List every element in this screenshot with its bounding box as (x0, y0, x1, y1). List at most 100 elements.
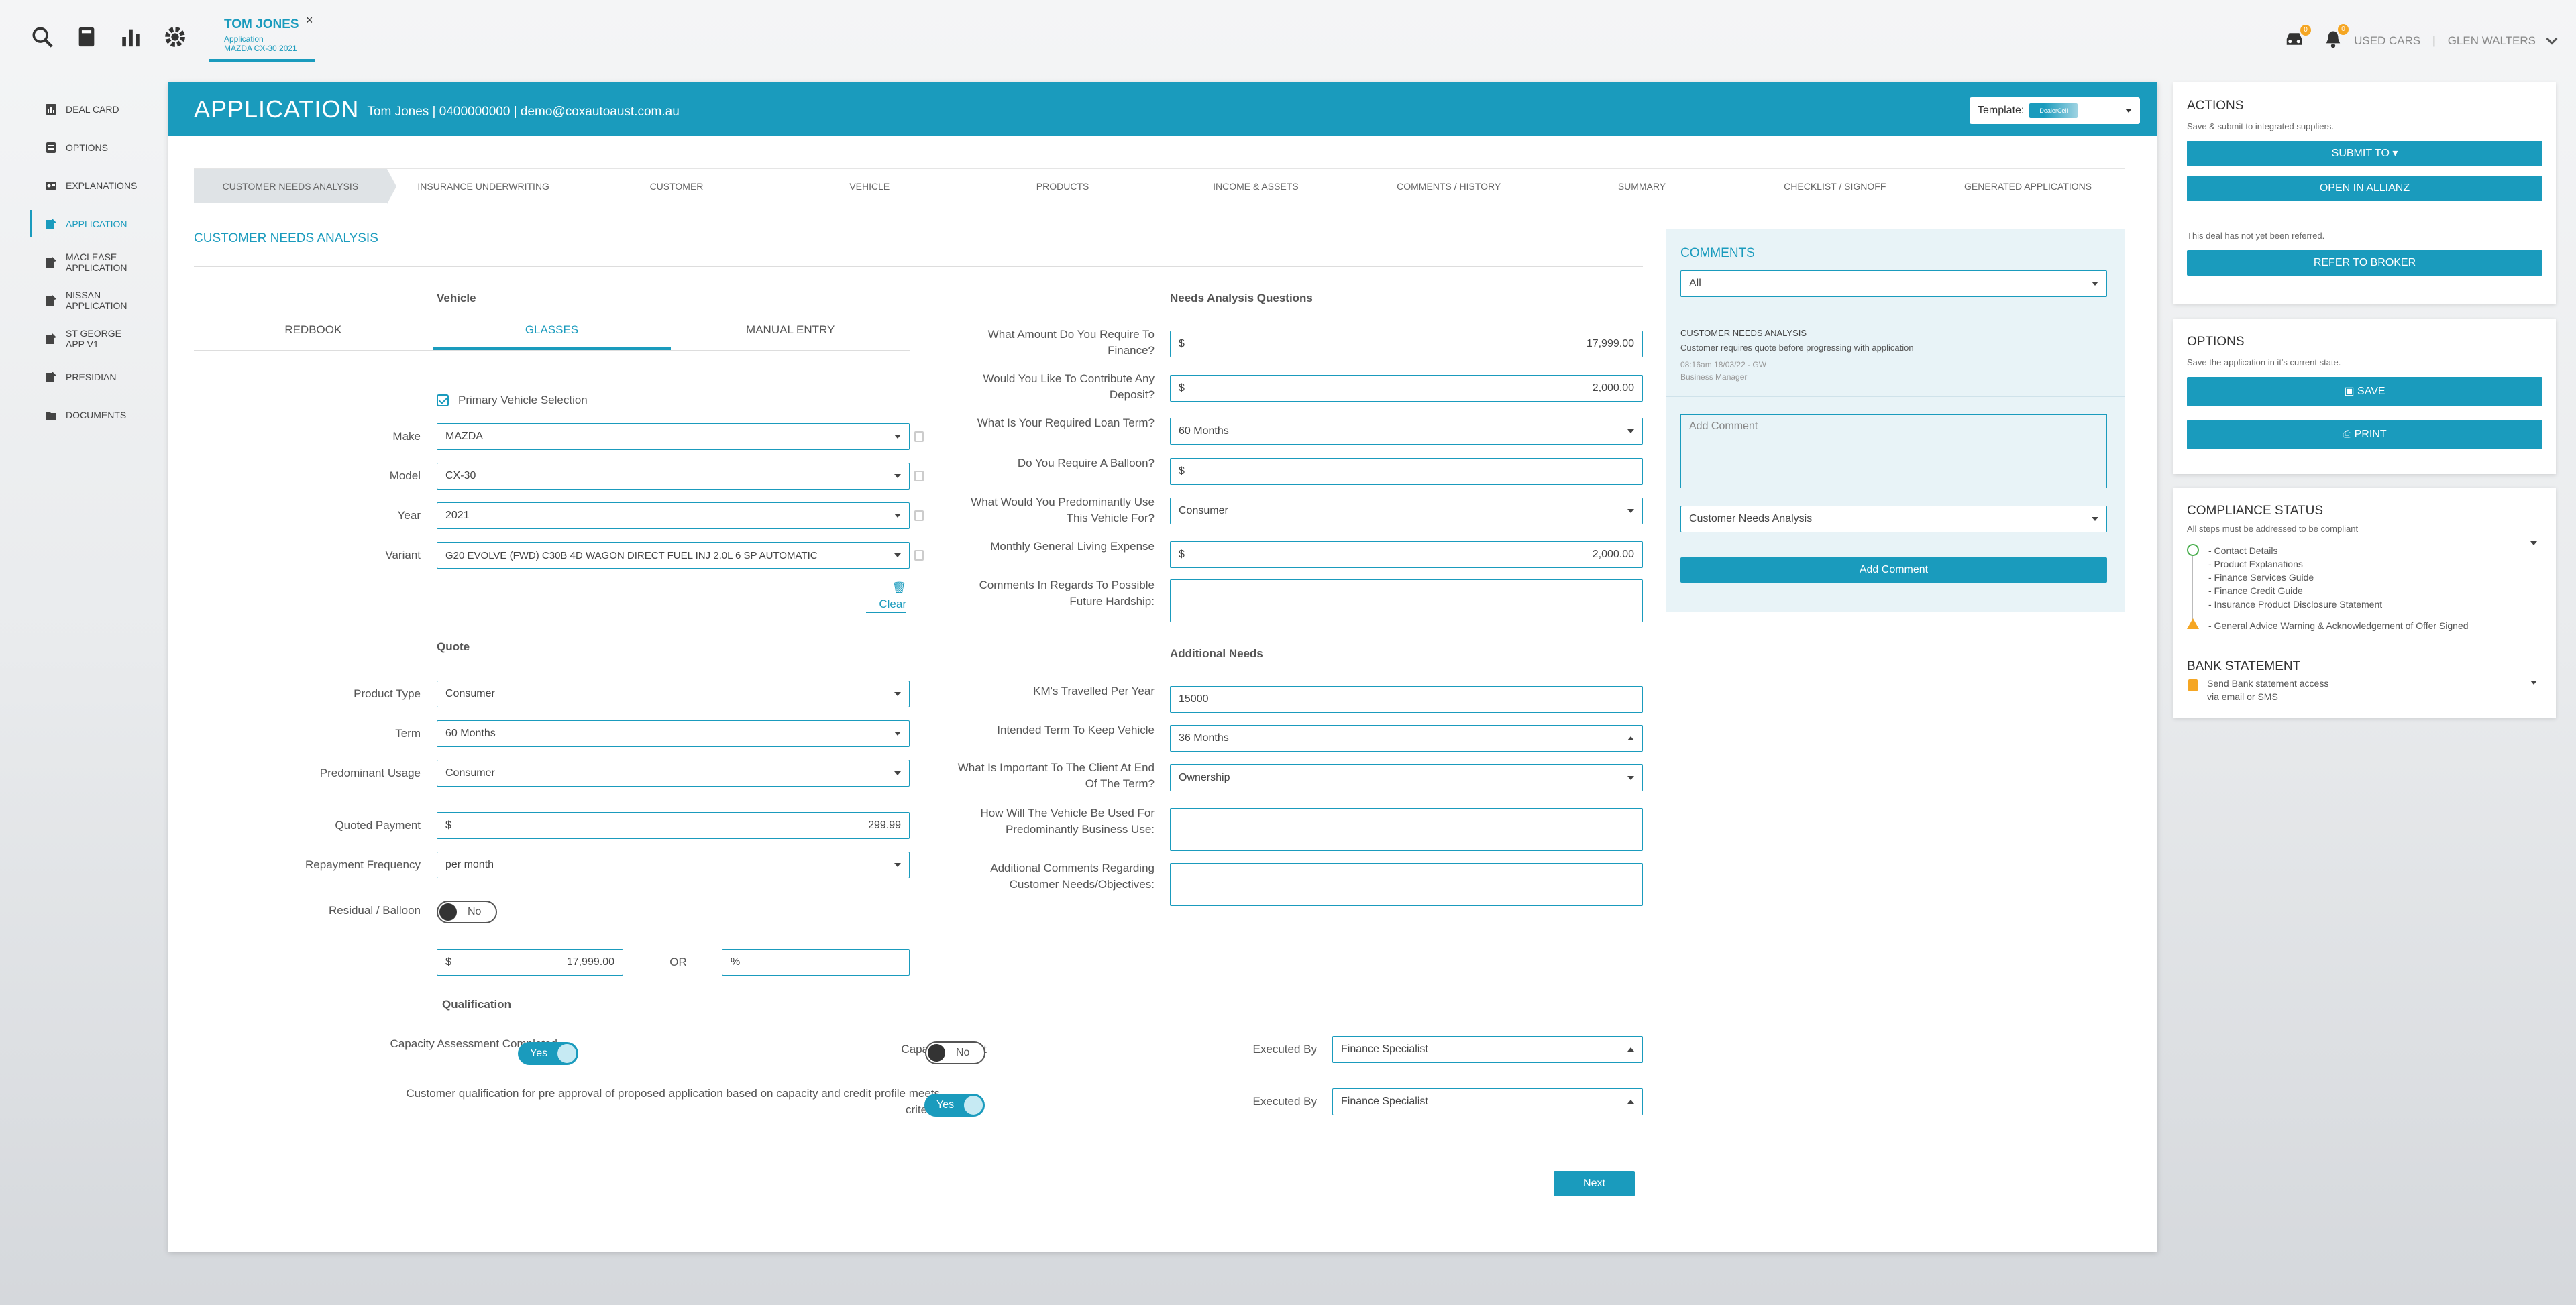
residual-balloon-toggle[interactable]: No (437, 901, 497, 923)
quoted-payment-input[interactable]: $299.99 (437, 812, 910, 839)
step-income-assets[interactable]: INCOME & ASSETS (1159, 168, 1362, 204)
sidebar-item-documents[interactable]: DOCUMENTS (30, 396, 164, 434)
end-of-term-select[interactable]: Ownership (1170, 764, 1643, 791)
residual-percent-input[interactable]: % (722, 949, 910, 976)
executed-by-select-1[interactable]: Finance Specialist (1332, 1036, 1643, 1063)
tab-customer-name: TOM JONES (224, 17, 299, 32)
search-icon[interactable] (31, 25, 54, 48)
term-keep-select[interactable]: 36 Months (1170, 725, 1643, 752)
business-use-label: How Will The Vehicle Be Used For Predomi… (980, 807, 1155, 836)
living-expense-input[interactable]: $2,000.00 (1170, 541, 1643, 568)
balloon-input[interactable]: $ (1170, 458, 1643, 485)
loan-term-label: What Is Your Required Loan Term? (977, 416, 1155, 429)
repayment-frequency-value: per month (445, 859, 494, 870)
capacity-evident-toggle[interactable]: No (925, 1041, 985, 1064)
step-vehicle[interactable]: VEHICLE (773, 168, 975, 204)
clear-link[interactable]: 🗑 Clear (866, 580, 906, 613)
currency-prefix: $ (1179, 465, 1185, 477)
sidebar-item-st-george[interactable]: ST GEORGE APP V1 (30, 319, 164, 357)
chevron-down-icon[interactable] (2546, 33, 2558, 44)
caret-down-icon (894, 732, 901, 736)
caret-down-icon (894, 863, 901, 867)
template-select[interactable]: Template: DealerCell (1970, 97, 2140, 124)
refer-to-broker-button[interactable]: REFER TO BROKER (2187, 250, 2542, 276)
user-name[interactable]: GLEN WALTERS (2448, 34, 2536, 48)
add-comment-textarea[interactable]: Add Comment (1680, 414, 2107, 488)
executed-by-value: Finance Specialist (1341, 1043, 1428, 1055)
or-label: OR (669, 956, 687, 968)
bell-icon[interactable]: 0 (2324, 24, 2349, 52)
step-generated-applications[interactable]: GENERATED APPLICATIONS (1931, 168, 2134, 204)
open-in-allianz-button[interactable]: OPEN IN ALLIANZ (2187, 176, 2542, 201)
sidebar-item-maclease[interactable]: MACLEASE APPLICATION (30, 243, 164, 281)
step-summary[interactable]: SUMMARY (1545, 168, 1748, 204)
step-products[interactable]: PRODUCTS (966, 168, 1169, 204)
deposit-input[interactable]: $2,000.00 (1170, 375, 1643, 402)
variant-select[interactable]: G20 EVOLVE (FWD) C30B 4D WAGON DIRECT FU… (437, 542, 910, 569)
step-checklist-signoff[interactable]: CHECKLIST / SIGNOFF (1738, 168, 1941, 204)
comment-category-select[interactable]: Customer Needs Analysis (1680, 506, 2107, 532)
gear-icon[interactable] (164, 25, 186, 48)
add-comment-button[interactable]: Add Comment (1680, 557, 2107, 583)
submit-to-button[interactable]: SUBMIT TO ▾ (2187, 141, 2542, 166)
loan-term-select[interactable]: 60 Months (1170, 418, 1643, 445)
business-use-textarea[interactable] (1170, 808, 1643, 851)
model-value: CX-30 (445, 470, 476, 481)
sidebar-item-explanations[interactable]: EXPLANATIONS (30, 166, 164, 205)
dealership-name[interactable]: USED CARS (2354, 34, 2420, 48)
predominant-usage-select[interactable]: Consumer (437, 760, 910, 787)
finance-amount-input[interactable]: $17,999.00 (1170, 331, 1643, 357)
car-notification-icon[interactable]: 0 (2284, 25, 2312, 51)
step-customer[interactable]: CUSTOMER (580, 168, 783, 204)
hardship-textarea[interactable] (1170, 579, 1643, 622)
vehicle-use-select[interactable]: Consumer (1170, 498, 1643, 524)
step-comments-history[interactable]: COMMENTS / HISTORY (1352, 168, 1555, 204)
toggle-label: No (956, 1047, 970, 1058)
tab-manual-entry[interactable]: MANUAL ENTRY (671, 308, 910, 350)
term-select[interactable]: 60 Months (437, 720, 910, 747)
repayment-frequency-select[interactable]: per month (437, 852, 910, 878)
primary-vehicle-checkbox[interactable] (437, 394, 449, 406)
make-select[interactable]: MAZDA (437, 423, 910, 450)
sidebar-item-nissan[interactable]: NISSAN APPLICATION (30, 281, 164, 319)
product-type-select[interactable]: Consumer (437, 681, 910, 707)
caret-down-icon[interactable] (2530, 681, 2537, 685)
print-button[interactable]: ⎙ PRINT (2187, 420, 2542, 449)
sidebar-item-options[interactable]: OPTIONS (30, 128, 164, 166)
sidebar-item-application[interactable]: APPLICATION (30, 205, 164, 243)
quote-heading: Quote (437, 640, 470, 653)
compliance-list: - Contact Details - Product Explanations… (2208, 544, 2382, 611)
close-tab-icon[interactable]: × (306, 13, 313, 27)
options-icon (46, 141, 56, 153)
km-travelled-label: KM's Travelled Per Year (1033, 685, 1155, 697)
step-insurance-underwriting[interactable]: INSURANCE UNDERWRITING (386, 168, 590, 204)
tab-redbook[interactable]: REDBOOK (194, 308, 433, 350)
model-select[interactable]: CX-30 (437, 463, 910, 490)
comments-filter-select[interactable]: All (1680, 270, 2107, 297)
caret-down-icon[interactable] (2530, 541, 2537, 545)
km-travelled-input[interactable]: 15000 (1170, 686, 1643, 713)
caret-down-icon (894, 514, 901, 518)
currency-prefix: $ (1179, 338, 1185, 349)
tab-glasses[interactable]: GLASSES (432, 308, 672, 350)
open-deal-tab[interactable]: TOM JONES Application MAZDA CX-30 2021 (209, 9, 315, 62)
sidebar: DEAL CARD OPTIONS EXPLANATIONS APPLICATI… (30, 90, 164, 434)
step-customer-needs-analysis[interactable]: CUSTOMER NEEDS ANALYSIS (194, 168, 396, 204)
compliance-item: - Contact Details (2208, 545, 2278, 556)
executed-by-select-2[interactable]: Finance Specialist (1332, 1088, 1643, 1115)
residual-amount-input[interactable]: $17,999.00 (437, 949, 623, 976)
capacity-assessment-toggle[interactable]: Yes (518, 1042, 578, 1065)
next-button[interactable]: Next (1554, 1171, 1635, 1196)
pre-approval-toggle[interactable]: Yes (924, 1094, 985, 1117)
book-icon[interactable] (75, 25, 98, 48)
bank-statement-title: BANK STATEMENT (2187, 659, 2301, 673)
year-select[interactable]: 2021 (437, 502, 910, 529)
sidebar-item-presidian[interactable]: PRESIDIAN (30, 357, 164, 396)
application-icon (46, 294, 56, 306)
additional-comments-textarea[interactable] (1170, 863, 1643, 906)
bar-chart-icon[interactable] (119, 25, 142, 48)
sidebar-item-deal-card[interactable]: DEAL CARD (30, 90, 164, 128)
save-button[interactable]: ▣ SAVE (2187, 377, 2542, 406)
predominant-usage-label: Predominant Usage (319, 767, 421, 779)
comment-entry-meta: 08:16am 18/03/22 - GW (1680, 360, 1767, 370)
